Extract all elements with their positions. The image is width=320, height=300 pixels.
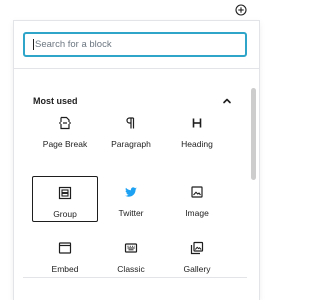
block-item-gallery[interactable]: Gallery <box>164 232 230 278</box>
gallery-icon <box>190 241 204 255</box>
classic-icon <box>124 241 138 255</box>
block-label: Twitter <box>118 208 144 218</box>
divider <box>14 68 259 69</box>
plus-circle-icon <box>235 4 247 16</box>
block-item-page-break[interactable]: Page Break <box>32 107 98 153</box>
block-label: Gallery <box>183 264 211 274</box>
add-block-button[interactable] <box>234 3 248 17</box>
block-item-classic[interactable]: Classic <box>98 232 164 278</box>
divider <box>23 277 247 278</box>
search-field[interactable] <box>23 32 247 57</box>
chevron-up-icon <box>223 98 231 104</box>
panel-toggle-button[interactable] <box>221 94 233 106</box>
search-input[interactable] <box>35 39 225 50</box>
block-item-group[interactable]: Group <box>32 176 98 222</box>
page-break-icon <box>58 116 72 130</box>
twitter-icon <box>124 185 138 199</box>
block-label: Heading <box>181 139 213 149</box>
block-item-paragraph[interactable]: Paragraph <box>98 107 164 153</box>
embed-icon <box>58 241 72 255</box>
block-inserter-popover: Most used Page Brea <box>13 20 260 300</box>
block-label: Image <box>185 208 209 218</box>
paragraph-icon <box>124 116 138 130</box>
block-item-embed[interactable]: Embed <box>32 232 98 278</box>
block-label: Page Break <box>42 139 88 149</box>
block-item-image[interactable]: Image <box>164 176 230 222</box>
block-label: Paragraph <box>111 139 151 149</box>
block-item-twitter[interactable]: Twitter <box>98 176 164 222</box>
block-item-heading[interactable]: Heading <box>164 107 230 153</box>
text-cursor <box>33 39 34 50</box>
scrollbar-thumb[interactable] <box>251 88 256 180</box>
group-icon <box>58 186 72 200</box>
page: Most used Page Brea <box>0 0 274 300</box>
block-label: Group <box>53 209 77 219</box>
block-label: Embed <box>51 264 79 274</box>
panel-title: Most used <box>33 96 78 106</box>
heading-icon <box>190 116 204 130</box>
block-label: Classic <box>117 264 145 274</box>
image-icon <box>190 185 204 199</box>
scrollbar[interactable] <box>250 68 259 300</box>
